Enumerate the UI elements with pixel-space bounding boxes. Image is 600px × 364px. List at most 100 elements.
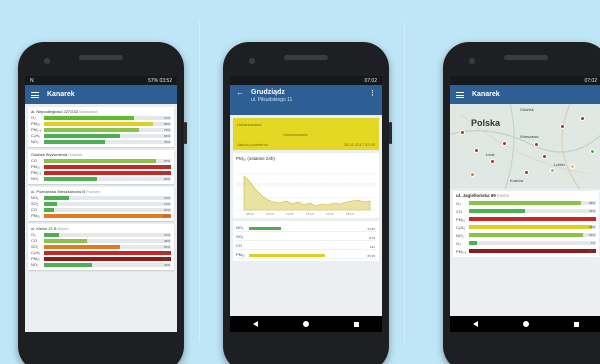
phone-map: 07:02 Kanarek Polska Gdańsk Warszawa Łód…	[443, 42, 600, 364]
station-title-text: ul. Jagiellońska 69	[456, 193, 496, 198]
back-arrow-icon[interactable]: ←	[236, 88, 244, 97]
station-card[interactable]: ul. Poznańska Mieszkańców B Poznań NO₂ 74%…	[28, 187, 174, 221]
recent-apps-icon[interactable]	[574, 321, 580, 327]
map-marker[interactable]	[534, 142, 539, 147]
map-marker[interactable]	[524, 170, 529, 175]
pollutant-bar-track: 44%	[469, 209, 596, 213]
pollutant-label: PM₁₀	[31, 256, 41, 261]
pollutant-row: O₃ 89%	[456, 199, 596, 207]
x-tick: 10:00	[266, 212, 274, 216]
pollutant-bar-track: 7%	[469, 241, 596, 245]
recent-apps-icon[interactable]	[354, 321, 360, 327]
map-city-label: Lublin	[554, 162, 565, 167]
pollutant-row: O₃ 7%	[456, 239, 596, 247]
power-button	[184, 122, 187, 144]
power-button	[389, 122, 392, 144]
pollutant-label: C₆H₆	[31, 133, 41, 138]
pollutant-bar-track: 75%	[44, 127, 171, 132]
pollutant-row: PM₂.₅ 142%	[456, 247, 596, 255]
status-right: 57% 03:52	[148, 77, 172, 84]
app-bar: Kanarek	[450, 85, 600, 104]
station-list: al. Niepodległości 227/233 Warszawa O₃ 71%…	[25, 107, 177, 270]
pollutant-value: 72%	[163, 232, 170, 237]
pollutant-bar-track: 91%	[469, 233, 596, 237]
pollutant-bar-track: 71%	[44, 115, 171, 120]
station-card[interactable]: al. Niepodległości 227/233 Warszawa O₃ 71%…	[28, 107, 174, 147]
divider-right	[404, 22, 405, 342]
pollutant-label: PM₁₀	[31, 164, 41, 169]
air-quality-card: Umiarkowana Umiarkowana Jakość powietrza…	[233, 118, 379, 150]
map-marker[interactable]	[470, 172, 475, 177]
pollutant-row: NO₂ 40%	[31, 262, 171, 267]
pollutant-label: PM₁₀	[456, 216, 466, 222]
pollutant-bar-fill	[44, 158, 156, 163]
pollutant-value: 8.53	[369, 236, 375, 240]
pollutant-bar-track: 48%	[44, 238, 171, 243]
station-card[interactable]: Gdańsk Wyzwolenia Gdańsk CO 97% PM₁₀ 254% PM₂…	[28, 150, 174, 184]
pollutant-label: PM₁₀	[31, 213, 41, 218]
map-marker[interactable]	[570, 164, 575, 169]
menu-icon[interactable]	[456, 91, 464, 98]
pollutant-value: 91%	[588, 233, 595, 237]
map-marker[interactable]	[460, 130, 465, 135]
pollutant-row: O₃ 72%	[31, 232, 171, 237]
pollutant-value: 75%	[163, 127, 170, 132]
pollutant-row: C₆H₆ 178%	[31, 250, 171, 255]
station-card[interactable]: ul. Kielce 21 B Kielce O₃ 72% CO 48% SO₂ 54% C₆…	[28, 224, 174, 270]
overflow-menu-icon[interactable]: ⋮	[369, 89, 376, 97]
phone-station-detail: 07:02 ← Grudziądz ⋮ ul. Piłsudskiego 11 …	[223, 42, 392, 364]
pollutant-bar-fill	[469, 201, 581, 205]
pollutant-value: 58%	[163, 121, 170, 126]
pollutant-row: CO 612	[236, 241, 376, 250]
chart-area	[243, 175, 371, 211]
pollutant-label: PM₁₀	[236, 251, 246, 257]
map-marker[interactable]	[550, 168, 555, 173]
divider-left	[199, 22, 200, 342]
map-marker[interactable]	[590, 149, 595, 154]
pollutant-value: 76%	[163, 139, 170, 144]
map-marker[interactable]	[580, 116, 585, 121]
pollutant-row: SO₂ 8.53	[236, 232, 376, 241]
station-city: Poznań	[86, 189, 100, 194]
map-marker[interactable]	[490, 159, 495, 164]
phone-station-list: N 57% 03:52 Kanarek al. Niepodległości 2…	[18, 42, 187, 364]
map-marker[interactable]	[560, 124, 565, 129]
pollutant-value: 111%	[162, 213, 170, 218]
pollutant-label: PM₂.₅	[456, 248, 467, 254]
status-left: N	[30, 77, 34, 84]
pollutant-label: CO	[456, 208, 462, 214]
earpiece-speaker	[79, 55, 123, 60]
map-marker[interactable]	[542, 154, 547, 159]
menu-icon[interactable]	[31, 91, 39, 98]
map-city-label: Gdańsk	[520, 107, 534, 112]
status-bar: N 57% 03:52	[25, 76, 177, 85]
pollutant-value: 84%	[163, 133, 170, 138]
pollutant-value: 283%	[162, 256, 170, 261]
pollutant-value: 89%	[588, 201, 595, 205]
back-icon[interactable]	[472, 321, 478, 327]
home-icon[interactable]	[302, 321, 309, 327]
quality-label-main: Umiarkowana	[283, 132, 308, 137]
station-title: al. Niepodległości 227/233 Warszawa	[31, 109, 171, 114]
home-icon[interactable]	[522, 321, 529, 327]
back-icon[interactable]	[252, 321, 258, 327]
pollutant-row: SO₂ 54%	[31, 244, 171, 249]
pollutant-label: NO₂	[31, 139, 39, 144]
pollutant-value: 24.66	[367, 227, 375, 231]
map-marker[interactable]	[474, 148, 479, 153]
map-view[interactable]: Polska Gdańsk Warszawa Łódź Kraków Lubli…	[450, 104, 600, 189]
pollutant-label: O₃	[31, 115, 36, 120]
pollutant-row: NO₂ 74%	[31, 195, 171, 200]
station-title-text: Gdańsk Wyzwolenia	[31, 152, 68, 157]
selected-station-card[interactable]: ul. Jagiellońska 69 Kielce O₃ 89% CO 44% PM₁…	[453, 191, 599, 257]
pollutant-bar-fill	[469, 217, 596, 221]
pollutant-bar-fill	[44, 238, 88, 243]
pollutant-row: SO₂ 16%	[31, 201, 171, 206]
pollutant-bar-fill	[44, 232, 60, 237]
map-marker[interactable]	[502, 141, 507, 146]
pollutant-row: PM₁₀ 254%	[31, 164, 171, 169]
pollutant-label: SO₂	[31, 201, 39, 206]
pollutant-row: NO₂ 24.66	[236, 223, 376, 232]
pollutant-bar-fill	[44, 133, 121, 138]
pollutant-bar-fill	[249, 227, 281, 230]
